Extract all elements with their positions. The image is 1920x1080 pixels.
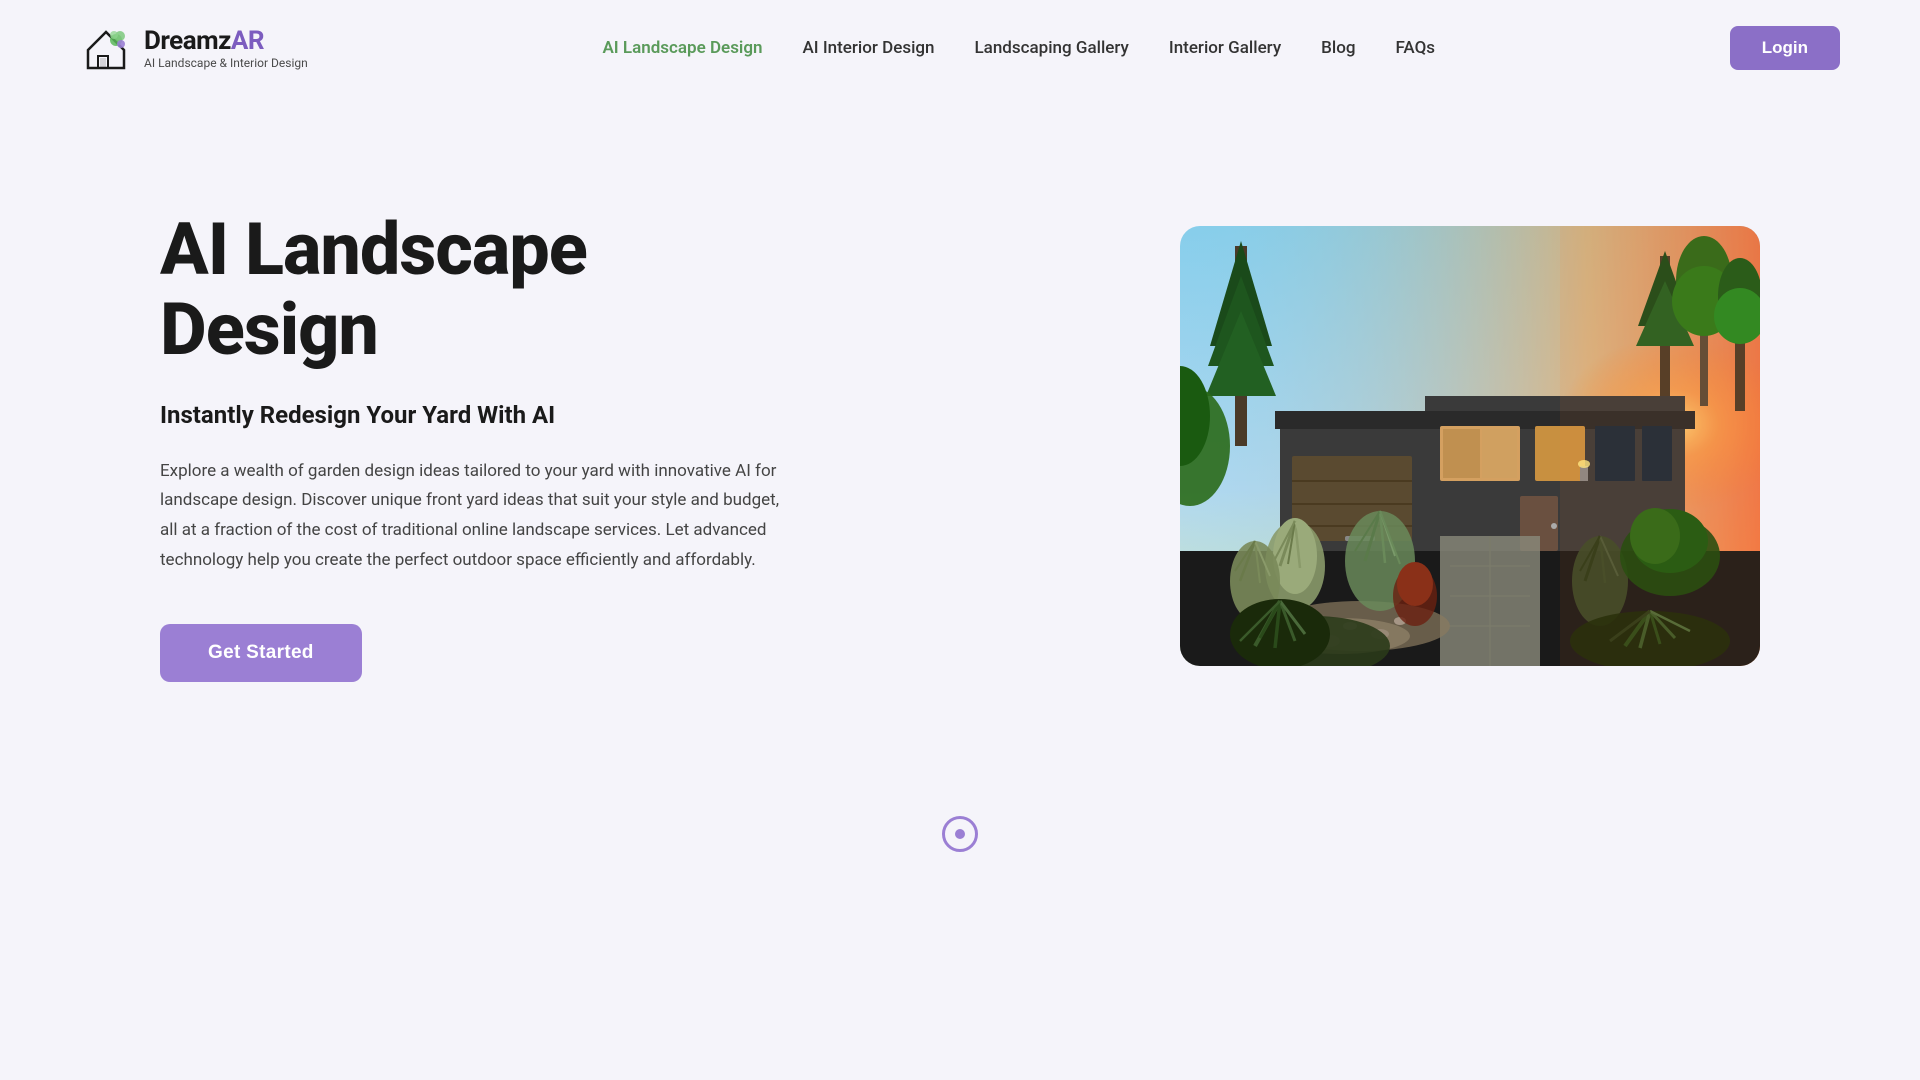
hero-description: Explore a wealth of garden design ideas … bbox=[160, 457, 780, 576]
nav-item-blog[interactable]: Blog bbox=[1321, 38, 1355, 58]
nav-item-landscaping-gallery[interactable]: Landscaping Gallery bbox=[975, 38, 1129, 58]
hero-title: AI Landscape Design bbox=[160, 210, 780, 368]
login-button[interactable]: Login bbox=[1730, 26, 1840, 70]
get-started-button[interactable]: Get Started bbox=[160, 624, 362, 682]
hero-image bbox=[1180, 226, 1760, 666]
scroll-dot bbox=[942, 816, 978, 852]
logo-text: DreamzAR AI Landscape & Interior Design bbox=[144, 26, 308, 70]
logo-name: DreamzAR bbox=[144, 26, 308, 56]
landscape-scene bbox=[1180, 226, 1760, 666]
hero-subtitle: Instantly Redesign Your Yard With AI bbox=[160, 401, 780, 429]
logo-tagline: AI Landscape & Interior Design bbox=[144, 56, 308, 70]
logo[interactable]: DreamzAR AI Landscape & Interior Design bbox=[80, 22, 308, 74]
nav-item-ai-interior[interactable]: AI Interior Design bbox=[803, 38, 935, 58]
hero-section: AI Landscape Design Instantly Redesign Y… bbox=[0, 96, 1920, 796]
logo-icon bbox=[80, 22, 132, 74]
nav-item-interior-gallery[interactable]: Interior Gallery bbox=[1169, 38, 1281, 58]
scroll-indicator bbox=[0, 796, 1920, 892]
main-nav: AI Landscape Design AI Interior Design L… bbox=[602, 38, 1435, 58]
nav-item-faqs[interactable]: FAQs bbox=[1396, 38, 1436, 58]
hero-content: AI Landscape Design Instantly Redesign Y… bbox=[160, 210, 780, 681]
scroll-dot-inner bbox=[955, 829, 965, 839]
nav-item-ai-landscape[interactable]: AI Landscape Design bbox=[602, 38, 762, 58]
header: DreamzAR AI Landscape & Interior Design … bbox=[0, 0, 1920, 96]
